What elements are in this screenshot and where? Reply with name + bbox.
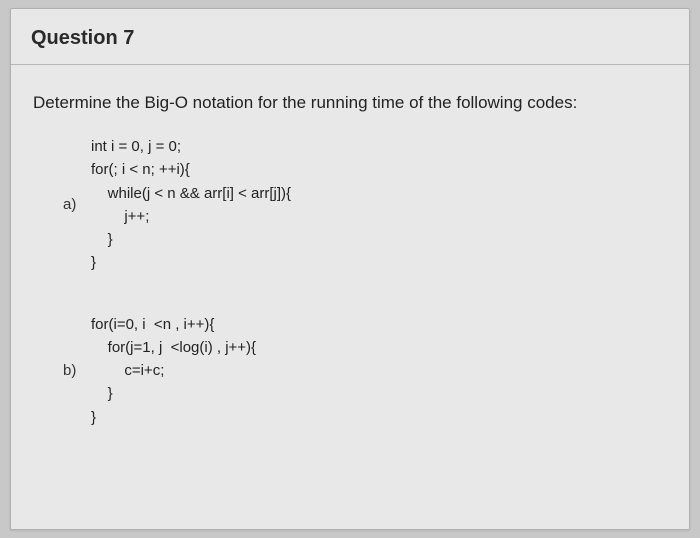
code-block: int i = 0, j = 0; for(; i < n; ++i){ whi…: [91, 135, 291, 275]
part-b: b) for(i=0, i <n , i++){ for(j=1, j <log…: [63, 313, 667, 429]
part-label: a): [63, 196, 91, 213]
parts-container: a) int i = 0, j = 0; for(; i < n; ++i){ …: [33, 135, 667, 429]
question-prompt: Determine the Big-O notation for the run…: [33, 93, 667, 113]
part-label: b): [63, 362, 91, 379]
card-header: Question 7: [11, 9, 689, 65]
part-a: a) int i = 0, j = 0; for(; i < n; ++i){ …: [63, 135, 667, 275]
question-title: Question 7: [31, 27, 669, 50]
card-body: Determine the Big-O notation for the run…: [11, 65, 689, 451]
code-block: for(i=0, i <n , i++){ for(j=1, j <log(i)…: [91, 313, 256, 429]
question-card: Question 7 Determine the Big-O notation …: [10, 8, 690, 530]
